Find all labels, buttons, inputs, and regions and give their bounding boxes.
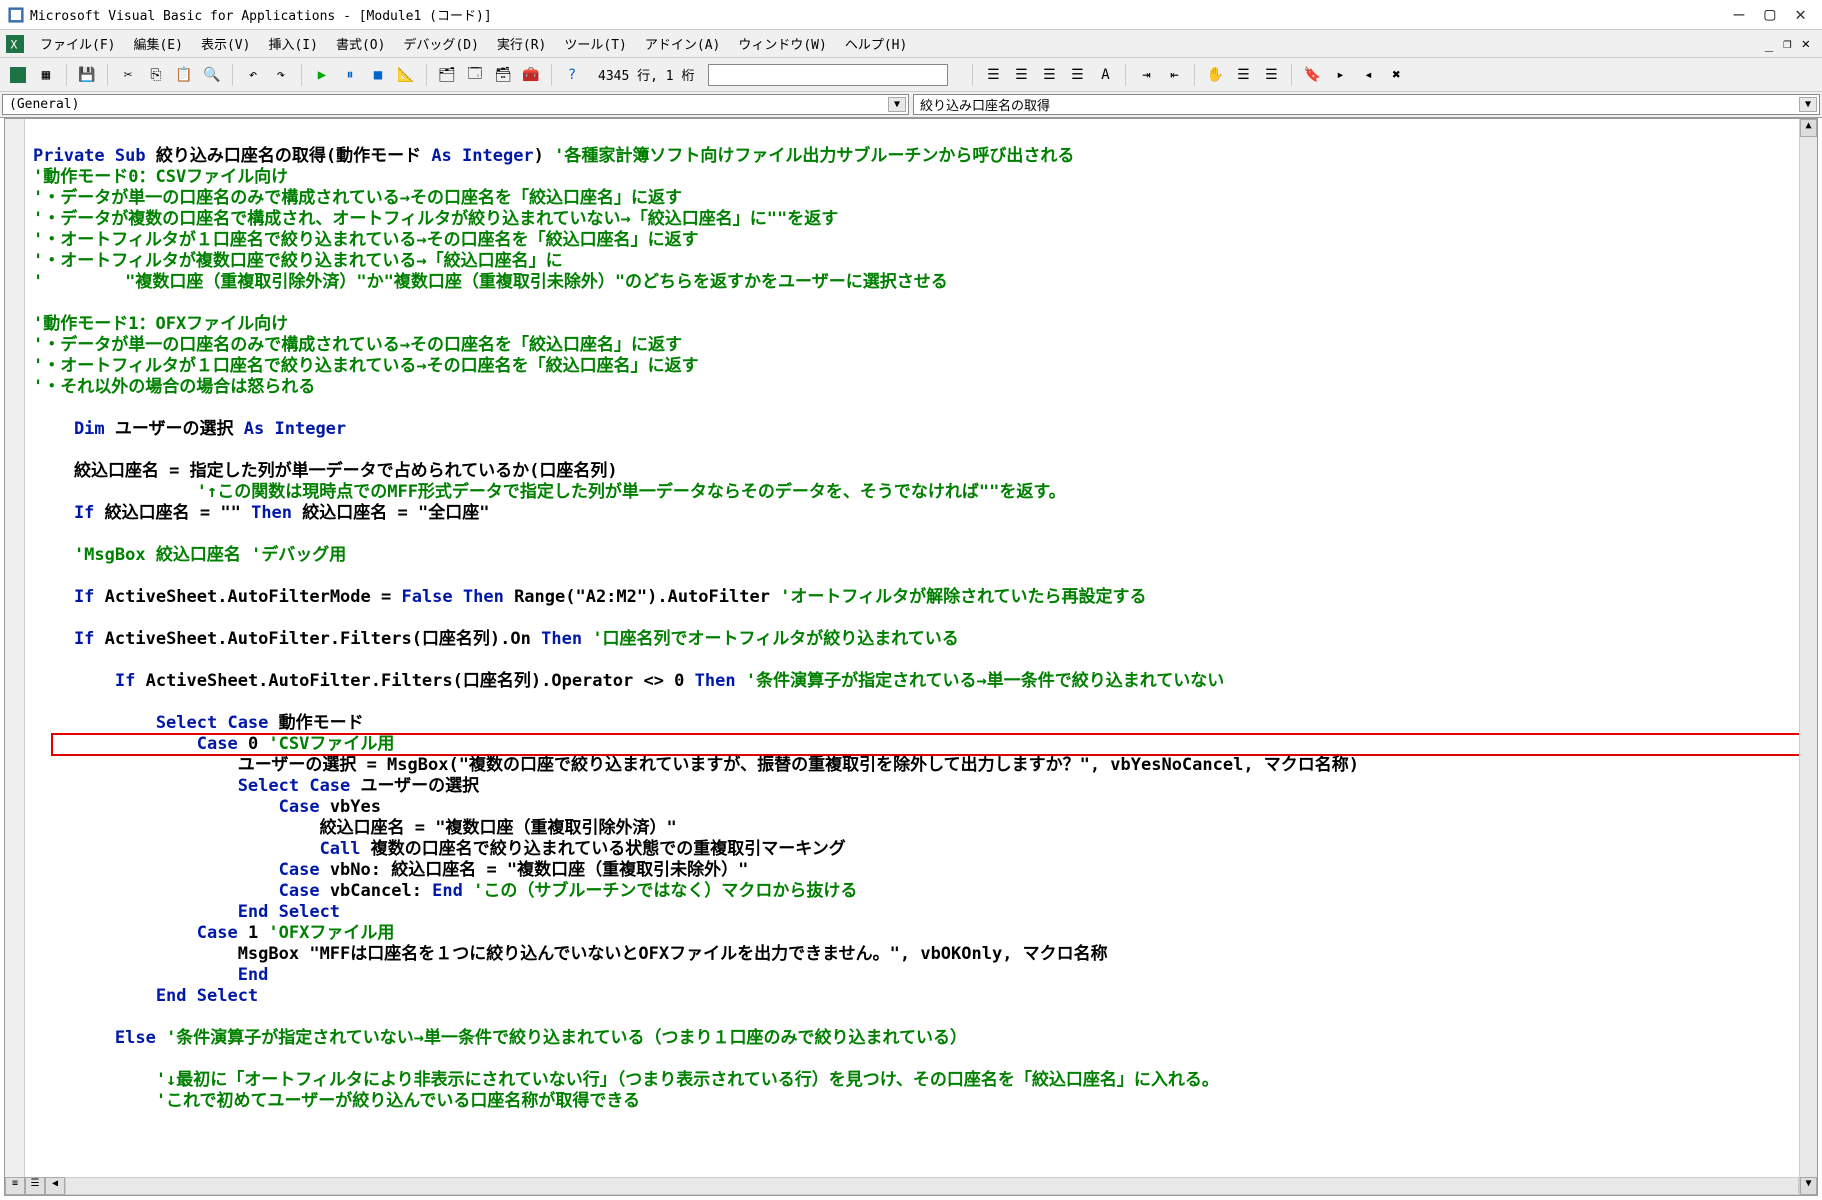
design-mode-icon[interactable]: 📐 — [394, 63, 418, 87]
menu-addins[interactable]: アドイン(A) — [637, 31, 728, 56]
menu-debug[interactable]: デバッグ(D) — [395, 31, 486, 56]
vertical-scrollbar[interactable]: ▲ ▼ — [1799, 119, 1817, 1195]
minimize-button[interactable]: — — [1733, 4, 1744, 25]
toolbox-icon[interactable]: 🧰 — [519, 63, 543, 87]
edit-toolbar-icon-1[interactable]: ☰ — [981, 63, 1005, 87]
menu-insert[interactable]: 挿入(I) — [260, 31, 325, 56]
properties-icon[interactable]: 🗔 — [463, 63, 487, 87]
mdi-restore-button[interactable]: ❐ — [1783, 36, 1791, 52]
copy-icon[interactable]: ⎘ — [144, 63, 168, 87]
view-excel-icon[interactable] — [6, 63, 30, 87]
procedure-dropdown-value: 絞り込み口座名の取得 — [920, 95, 1050, 114]
breakpoint-icon[interactable]: ✋ — [1203, 63, 1227, 87]
vba-window: Microsoft Visual Basic for Applications … — [0, 0, 1822, 1200]
object-proc-dropdowns: (General) ▼ 絞り込み口座名の取得 ▼ — [0, 92, 1822, 118]
object-dropdown-value: (General) — [9, 97, 79, 112]
code-editor[interactable]: Private Sub 絞り込み口座名の取得(動作モード As Integer)… — [25, 119, 1799, 1195]
chevron-down-icon: ▼ — [1799, 97, 1817, 112]
edit-toolbar-icon-5[interactable]: A — [1093, 63, 1117, 87]
menubar: X ファイル(F) 編集(E) 表示(V) 挿入(I) 書式(O) デバッグ(D… — [0, 30, 1822, 58]
cursor-position: 4345 行, 1 桁 — [598, 65, 694, 84]
pause-icon[interactable]: ⏸ — [338, 63, 362, 87]
scroll-up-icon[interactable]: ▲ — [1800, 119, 1817, 137]
scroll-track[interactable] — [1800, 137, 1817, 1177]
cut-icon[interactable]: ✂ — [116, 63, 140, 87]
edit-toolbar-icon-3[interactable]: ☰ — [1037, 63, 1061, 87]
run-icon[interactable]: ▶ — [310, 63, 334, 87]
project-explorer-icon[interactable]: 🗂 — [435, 63, 459, 87]
excel-host-icon: X — [6, 35, 24, 53]
prev-bookmark-icon[interactable]: ◂ — [1356, 63, 1380, 87]
uncomment-icon[interactable]: ☰ — [1259, 63, 1283, 87]
next-bookmark-icon[interactable]: ▸ — [1328, 63, 1352, 87]
mdi-minimize-button[interactable]: _ — [1765, 36, 1773, 52]
mdi-close-button[interactable]: ✕ — [1802, 36, 1810, 52]
menu-edit[interactable]: 編集(E) — [125, 31, 190, 56]
help-icon[interactable]: ? — [560, 63, 584, 87]
bookmark-icon[interactable]: 🔖 — [1300, 63, 1324, 87]
edit-toolbar-icon-2[interactable]: ☰ — [1009, 63, 1033, 87]
menu-window[interactable]: ウィンドウ(W) — [730, 31, 834, 56]
menu-run[interactable]: 実行(R) — [489, 31, 554, 56]
maximize-button[interactable]: ▢ — [1764, 4, 1775, 25]
insert-module-icon[interactable]: ▦ — [34, 63, 58, 87]
redo-icon[interactable]: ↷ — [269, 63, 293, 87]
indent-icon[interactable]: ⇥ — [1134, 63, 1158, 87]
menu-view[interactable]: 表示(V) — [193, 31, 258, 56]
save-icon[interactable]: 💾 — [75, 63, 99, 87]
edit-toolbar-icon-4[interactable]: ☰ — [1065, 63, 1089, 87]
titlebar: Microsoft Visual Basic for Applications … — [0, 0, 1822, 30]
code-editor-area: Private Sub 絞り込み口座名の取得(動作モード As Integer)… — [4, 118, 1818, 1196]
clear-bookmarks-icon[interactable]: ✖ — [1384, 63, 1408, 87]
svg-text:X: X — [11, 38, 18, 51]
object-dropdown[interactable]: (General) ▼ — [2, 94, 909, 115]
paste-icon[interactable]: 📋 — [172, 63, 196, 87]
horizontal-scrollbar[interactable] — [65, 1177, 1799, 1195]
scroll-down-icon[interactable]: ▼ — [1800, 1177, 1817, 1195]
window-title: Microsoft Visual Basic for Applications … — [30, 5, 1733, 24]
menu-format[interactable]: 書式(O) — [328, 31, 393, 56]
toolbar-dropdown[interactable] — [708, 64, 948, 86]
scroll-left-icon[interactable]: ◀ — [45, 1177, 65, 1195]
procedure-dropdown[interactable]: 絞り込み口座名の取得 ▼ — [913, 94, 1820, 115]
menu-help[interactable]: ヘルプ(H) — [837, 31, 915, 56]
menu-file[interactable]: ファイル(F) — [32, 31, 123, 56]
window-controls: — ▢ ✕ — [1733, 4, 1814, 25]
comment-icon[interactable]: ☰ — [1231, 63, 1255, 87]
margin-indicator-bar[interactable] — [5, 119, 25, 1195]
procedure-view-button[interactable]: ≡ — [5, 1177, 25, 1195]
vba-app-icon — [8, 7, 24, 23]
mdi-controls: _ ❐ ✕ — [1765, 36, 1816, 52]
stop-icon[interactable]: ■ — [366, 63, 390, 87]
find-icon[interactable]: 🔍 — [200, 63, 224, 87]
menu-tools[interactable]: ツール(T) — [556, 31, 634, 56]
full-module-view-button[interactable]: ☰ — [25, 1177, 45, 1195]
object-browser-icon[interactable]: 🗃 — [491, 63, 515, 87]
view-tabs: ≡ ☰ ◀ — [5, 1177, 65, 1195]
outdent-icon[interactable]: ⇤ — [1162, 63, 1186, 87]
toolbar: ▦ 💾 ✂ ⎘ 📋 🔍 ↶ ↷ ▶ ⏸ ■ 📐 🗂 🗔 🗃 🧰 ? 4345 行… — [0, 58, 1822, 92]
chevron-down-icon: ▼ — [888, 97, 906, 112]
undo-icon[interactable]: ↶ — [241, 63, 265, 87]
close-button[interactable]: ✕ — [1795, 4, 1806, 25]
